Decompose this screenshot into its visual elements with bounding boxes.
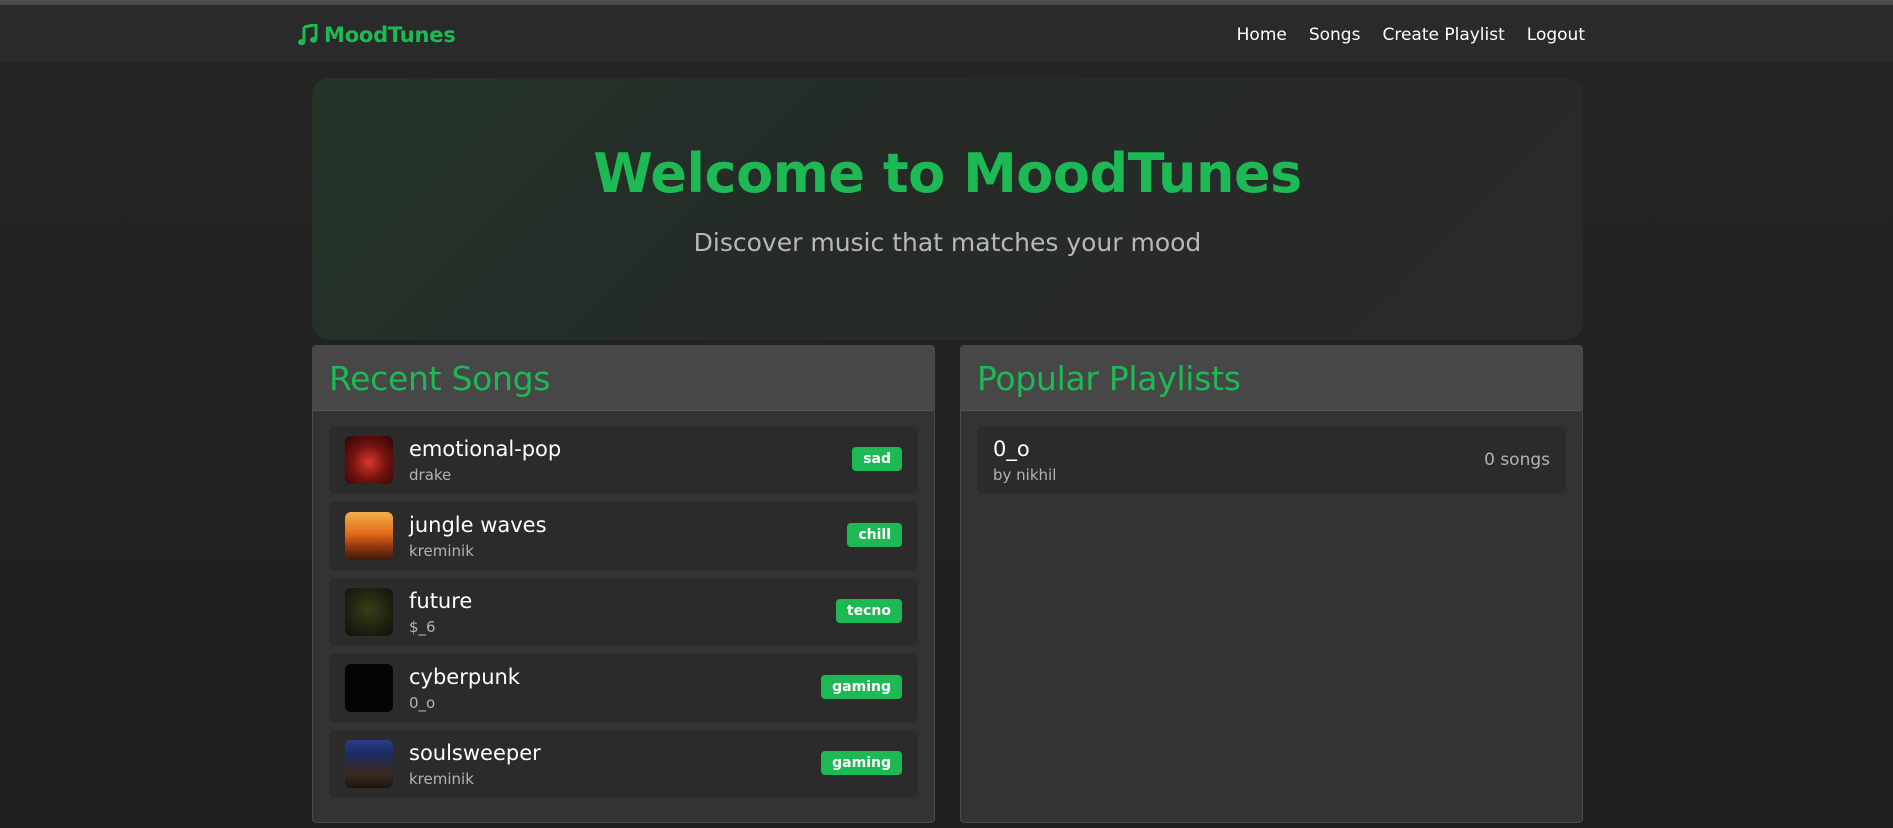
- song-item[interactable]: future $_6 tecno: [329, 578, 918, 646]
- song-item[interactable]: emotional-pop drake sad: [329, 426, 918, 494]
- recent-songs-header: Recent Songs: [313, 346, 934, 411]
- album-art: [345, 512, 393, 560]
- brand-name: MoodTunes: [324, 23, 456, 47]
- playlist-name: 0_o: [993, 437, 1030, 461]
- playlist-owner: by nikhil: [993, 466, 1057, 484]
- mood-badge: chill: [847, 523, 902, 547]
- nav-logout-link[interactable]: Logout: [1527, 25, 1585, 45]
- navbar: MoodTunes Home Songs Create Playlist Log…: [0, 5, 1893, 62]
- mood-badge: sad: [852, 447, 902, 471]
- music-note-icon: [298, 24, 318, 46]
- mood-badge: gaming: [821, 751, 902, 775]
- mood-badge: tecno: [835, 599, 902, 623]
- popular-playlists-heading: Popular Playlists: [977, 358, 1241, 398]
- song-artist: kreminik: [409, 542, 474, 560]
- album-art: [345, 740, 393, 788]
- album-art: [345, 436, 393, 484]
- mood-badge: gaming: [821, 675, 902, 699]
- song-item[interactable]: cyberpunk 0_o gaming: [329, 654, 918, 722]
- popular-playlists-card: Popular Playlists 0_o by nikhil 0 songs: [960, 345, 1583, 823]
- song-artist: 0_o: [409, 694, 436, 712]
- nav-links: Home Songs Create Playlist Logout: [1237, 25, 1585, 45]
- album-art: [345, 588, 393, 636]
- song-title: jungle waves: [409, 513, 547, 537]
- song-artist: $_6: [409, 618, 436, 636]
- recent-songs-heading: Recent Songs: [329, 358, 551, 398]
- nav-songs-link[interactable]: Songs: [1309, 25, 1361, 45]
- hero-title: Welcome to MoodTunes: [593, 142, 1302, 205]
- song-item[interactable]: soulsweeper kreminik gaming: [329, 730, 918, 798]
- recent-songs-list: emotional-pop drake sad jungle waves kre…: [313, 411, 934, 821]
- song-artist: drake: [409, 466, 452, 484]
- song-artist: kreminik: [409, 770, 474, 788]
- song-title: soulsweeper: [409, 741, 541, 765]
- popular-playlists-header: Popular Playlists: [961, 346, 1582, 411]
- recent-songs-card: Recent Songs emotional-pop drake sad jun…: [312, 345, 935, 823]
- album-art: [345, 664, 393, 712]
- nav-home-link[interactable]: Home: [1237, 25, 1287, 45]
- hero-banner: Welcome to MoodTunes Discover music that…: [312, 78, 1583, 340]
- song-item[interactable]: jungle waves kreminik chill: [329, 502, 918, 570]
- brand-logo[interactable]: MoodTunes: [298, 22, 456, 48]
- popular-playlists-list: 0_o by nikhil 0 songs: [961, 411, 1582, 509]
- playlist-song-count: 0 songs: [1484, 450, 1550, 470]
- nav-create-playlist-link[interactable]: Create Playlist: [1382, 25, 1504, 45]
- song-title: emotional-pop: [409, 437, 562, 461]
- song-title: future: [409, 589, 473, 613]
- hero-subtitle: Discover music that matches your mood: [693, 228, 1202, 257]
- playlist-item[interactable]: 0_o by nikhil 0 songs: [977, 426, 1566, 494]
- song-title: cyberpunk: [409, 665, 520, 689]
